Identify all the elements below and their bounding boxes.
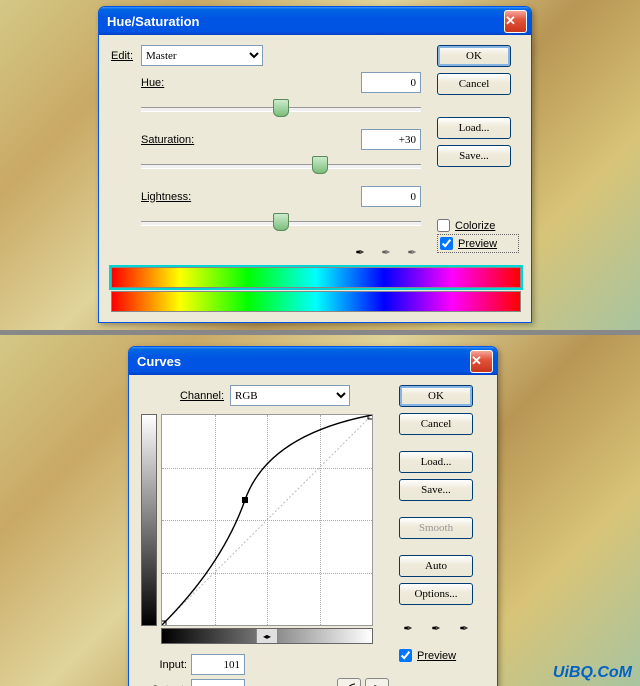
eyedropper-plus-icon[interactable]: ✒ — [377, 243, 395, 261]
curves-dialog: Curves ✕ Channel: RGB — [128, 346, 498, 686]
colorize-checkbox[interactable] — [437, 219, 450, 232]
lightness-label: Lightness: — [141, 191, 361, 203]
preview-checkbox-row[interactable]: Preview — [399, 647, 485, 664]
saturation-field[interactable] — [361, 129, 421, 150]
preview-checkbox-row[interactable]: Preview — [437, 234, 519, 253]
input-gradient[interactable]: ◂▸ — [161, 628, 373, 644]
hue-gradient-bar-2 — [111, 291, 521, 312]
titlebar[interactable]: Curves ✕ — [129, 347, 497, 375]
output-field[interactable] — [191, 679, 245, 686]
close-icon: ✕ — [471, 353, 492, 369]
white-point-eyedropper-icon[interactable]: ✒ — [455, 619, 473, 637]
colorize-checkbox-row[interactable]: Colorize — [437, 217, 519, 234]
save-button[interactable]: Save... — [437, 145, 511, 167]
edit-label: Edit: — [111, 50, 133, 62]
smooth-button: Smooth — [399, 517, 473, 539]
watermark: UiBQ.CoM — [553, 664, 632, 682]
lightness-field[interactable] — [361, 186, 421, 207]
curves-graph[interactable] — [161, 414, 373, 626]
saturation-slider[interactable] — [141, 156, 421, 176]
slider-thumb[interactable] — [273, 213, 289, 231]
cancel-button[interactable]: Cancel — [399, 413, 473, 435]
load-button[interactable]: Load... — [399, 451, 473, 473]
slider-thumb[interactable] — [273, 99, 289, 117]
colorize-label: Colorize — [455, 220, 495, 232]
hue-gradient-bar — [111, 267, 521, 288]
hue-label: Hue: — [141, 77, 361, 89]
eyedropper-icon[interactable]: ✒ — [351, 243, 369, 261]
close-icon: ✕ — [505, 13, 526, 29]
hue-slider[interactable] — [141, 99, 421, 119]
channel-select[interactable]: RGB — [230, 385, 350, 406]
close-button[interactable]: ✕ — [504, 10, 527, 33]
ok-button[interactable]: OK — [437, 45, 511, 67]
preview-checkbox[interactable] — [440, 237, 453, 250]
preview-label: Preview — [417, 650, 456, 662]
slider-thumb[interactable] — [312, 156, 328, 174]
titlebar[interactable]: Hue/Saturation ✕ — [99, 7, 531, 35]
channel-label: Channel: — [180, 390, 224, 402]
curve-point[interactable] — [242, 497, 248, 503]
hue-saturation-dialog: Hue/Saturation ✕ Edit: Master Hue: Satur… — [98, 6, 532, 323]
edit-select[interactable]: Master — [141, 45, 263, 66]
gradient-swap-icon[interactable]: ◂▸ — [256, 629, 278, 643]
gray-point-eyedropper-icon[interactable]: ✒ — [427, 619, 445, 637]
cancel-button[interactable]: Cancel — [437, 73, 511, 95]
eyedropper-minus-icon[interactable]: ✒ — [403, 243, 421, 261]
dialog-title: Hue/Saturation — [107, 14, 504, 29]
close-button[interactable]: ✕ — [470, 350, 493, 373]
curve-svg — [162, 415, 372, 625]
preview-label: Preview — [458, 238, 497, 250]
ok-button[interactable]: OK — [399, 385, 473, 407]
dialog-title: Curves — [137, 354, 470, 369]
auto-button[interactable]: Auto — [399, 555, 473, 577]
curve-tool-icon[interactable] — [337, 678, 361, 686]
output-gradient — [141, 414, 157, 626]
input-field[interactable] — [191, 654, 245, 675]
save-button[interactable]: Save... — [399, 479, 473, 501]
lightness-slider[interactable] — [141, 213, 421, 233]
load-button[interactable]: Load... — [437, 117, 511, 139]
input-label: Input: — [141, 659, 187, 671]
options-button[interactable]: Options... — [399, 583, 473, 605]
hue-field[interactable] — [361, 72, 421, 93]
saturation-label: Saturation: — [141, 134, 361, 146]
black-point-eyedropper-icon[interactable]: ✒ — [399, 619, 417, 637]
pencil-tool-icon[interactable]: ✎ — [365, 678, 389, 686]
preview-checkbox[interactable] — [399, 649, 412, 662]
